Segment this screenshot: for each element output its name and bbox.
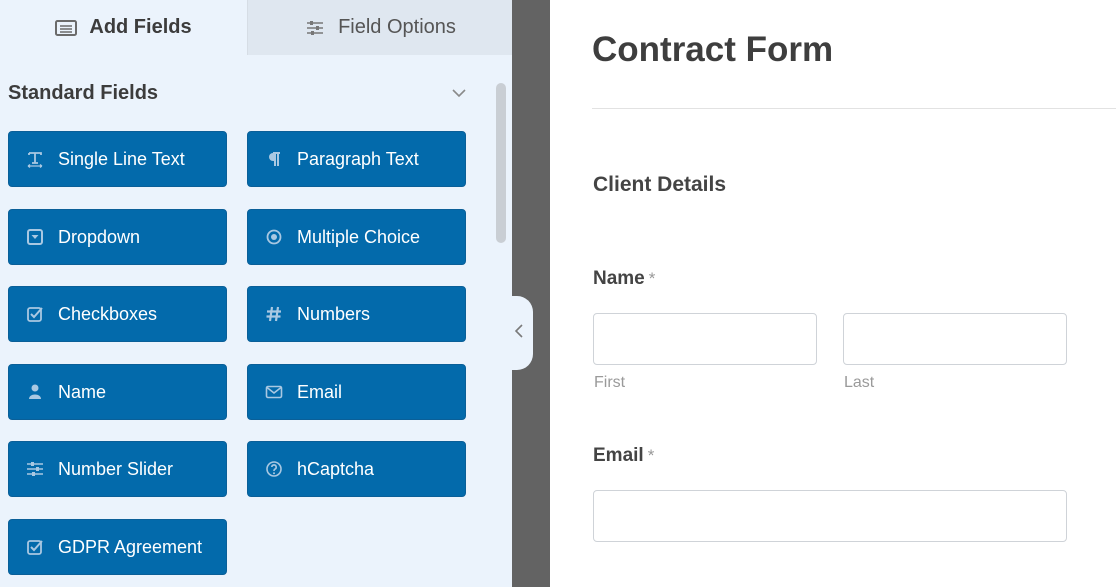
sliders-icon — [304, 19, 326, 37]
field-label: Multiple Choice — [297, 226, 421, 247]
name-button[interactable]: Name — [8, 364, 227, 420]
hash-icon — [265, 305, 283, 323]
multiple-choice-button[interactable]: Multiple Choice — [247, 209, 466, 265]
last-name-input[interactable] — [843, 313, 1067, 365]
tab-add-fields[interactable]: Add Fields — [0, 0, 247, 55]
hcaptcha-button[interactable]: hCaptcha — [247, 441, 466, 497]
field-label: Paragraph Text — [297, 148, 419, 169]
email-label-text: Email — [593, 445, 644, 466]
checkbox-icon — [26, 305, 44, 323]
checkboxes-button[interactable]: Checkboxes — [8, 286, 227, 342]
chevron-left-icon — [514, 323, 524, 344]
section-heading: Client Details — [593, 173, 727, 196]
last-sublabel: Last — [844, 374, 875, 391]
first-sublabel: First — [594, 374, 626, 391]
numbers-button[interactable]: Numbers — [247, 286, 466, 342]
section-title: Standard Fields — [8, 81, 159, 104]
panel-divider — [512, 0, 550, 587]
panel-tabs: Add Fields Field Options — [0, 0, 512, 55]
form-preview: Contract Form Client Details Name * First… — [550, 0, 1116, 587]
name-label-text: Name — [593, 268, 645, 289]
email-input[interactable] — [593, 490, 1067, 542]
title-divider — [592, 108, 1116, 109]
tab-field-options[interactable]: Field Options — [247, 0, 512, 55]
paragraph-text-button[interactable]: Paragraph Text — [247, 131, 466, 187]
required-marker: * — [647, 446, 655, 465]
form-title: Contract Form — [592, 30, 834, 69]
paragraph-icon — [265, 150, 283, 168]
sliders-icon — [26, 460, 44, 478]
scrollbar[interactable] — [496, 83, 506, 243]
field-label: Single Line Text — [58, 148, 185, 169]
email-button[interactable]: Email — [247, 364, 466, 420]
fields-panel: Add Fields Field Options Standard Fields… — [0, 0, 512, 587]
field-label: GDPR Agreement — [58, 536, 203, 557]
chevron-down-icon[interactable] — [448, 82, 470, 104]
checkbox-icon — [26, 538, 44, 556]
user-icon — [26, 383, 44, 401]
number-slider-button[interactable]: Number Slider — [8, 441, 227, 497]
email-field-label: Email * — [593, 445, 654, 467]
collapse-panel-button[interactable] — [505, 296, 533, 370]
field-label: hCaptcha — [297, 458, 375, 479]
single-line-text-button[interactable]: Single Line Text — [8, 131, 227, 187]
list-icon — [55, 19, 78, 37]
tab-add-fields-label: Add Fields — [89, 16, 192, 38]
tab-field-options-label: Field Options — [338, 16, 456, 38]
dropdown-button[interactable]: Dropdown — [8, 209, 227, 265]
field-label: Email — [297, 381, 343, 402]
dropdown-icon — [26, 228, 44, 246]
field-label: Checkboxes — [58, 303, 158, 324]
text-icon — [26, 150, 44, 168]
first-name-input[interactable] — [593, 313, 817, 365]
field-label: Numbers — [297, 303, 371, 324]
field-label: Name — [58, 381, 107, 402]
field-label: Dropdown — [58, 226, 141, 247]
gdpr-agreement-button[interactable]: GDPR Agreement — [8, 519, 227, 575]
envelope-icon — [265, 383, 283, 401]
name-field-label: Name * — [593, 268, 655, 290]
question-circle-icon — [265, 460, 283, 478]
standard-fields-header[interactable]: Standard Fields — [8, 78, 478, 108]
radio-icon — [265, 228, 283, 246]
field-label: Number Slider — [58, 458, 174, 479]
required-marker: * — [648, 269, 656, 288]
